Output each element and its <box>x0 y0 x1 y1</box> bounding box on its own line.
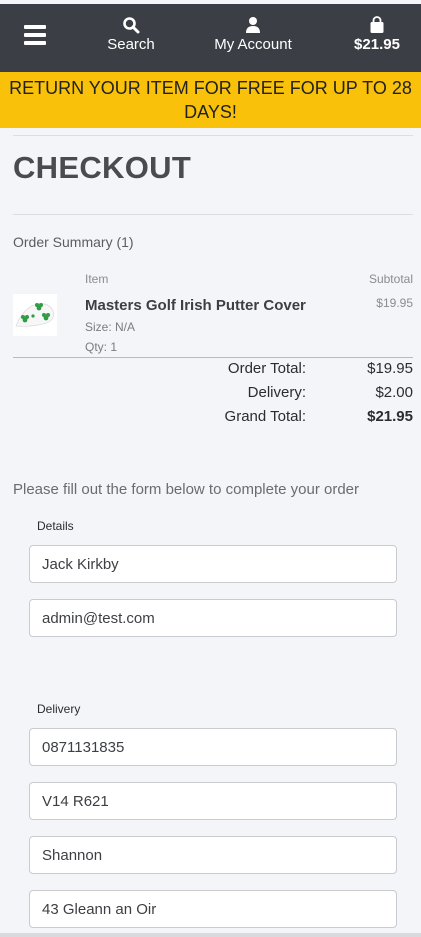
user-icon <box>246 17 260 33</box>
checkout-page: Search My Account $21.95 RETURN YOUR ITE… <box>0 0 421 937</box>
town-field[interactable] <box>29 836 397 874</box>
phone-field[interactable] <box>29 728 397 766</box>
order-summary-heading: Order Summary (1) <box>13 234 134 250</box>
column-header-item: Item <box>85 272 109 286</box>
cart-total: $21.95 <box>354 36 400 53</box>
full-name-field[interactable] <box>29 545 397 583</box>
top-navbar: Search My Account $21.95 <box>0 4 421 72</box>
delivery-section-label: Delivery <box>37 702 81 716</box>
nav-search-button[interactable]: Search <box>98 16 164 53</box>
email-field[interactable] <box>29 599 397 637</box>
returns-promo-banner: RETURN YOUR ITEM FOR FREE FOR UP TO 28 D… <box>0 72 421 128</box>
product-thumbnail <box>13 294 57 336</box>
hamburger-menu-icon[interactable] <box>24 22 52 48</box>
search-icon <box>123 17 140 34</box>
nav-account-label: My Account <box>214 36 292 53</box>
item-size: Size: N/A <box>85 320 136 334</box>
delivery-row: Delivery: $2.00 <box>0 384 421 406</box>
nav-search-label: Search <box>107 36 155 53</box>
totals-divider <box>13 357 413 358</box>
item-quantity: Qty: 1 <box>85 340 118 354</box>
postcode-field[interactable] <box>29 782 397 820</box>
street-address-field[interactable] <box>29 890 397 928</box>
order-total-row: Order Total: $19.95 <box>0 360 421 382</box>
column-header-subtotal: Subtotal <box>368 272 413 286</box>
form-intro-text: Please fill out the form below to comple… <box>13 481 360 498</box>
details-section-label: Details <box>37 519 74 533</box>
page-title: CHECKOUT <box>13 150 192 185</box>
grand-total-label: Grand Total: <box>224 408 306 425</box>
divider <box>13 135 413 136</box>
nav-cart-button[interactable]: $21.95 <box>344 16 410 53</box>
divider <box>13 214 413 215</box>
item-subtotal: $19.95 <box>376 296 413 310</box>
delivery-value: $2.00 <box>375 384 413 401</box>
order-total-value: $19.95 <box>367 360 413 377</box>
order-total-label: Order Total: <box>227 360 306 377</box>
nav-account-button[interactable]: My Account <box>204 16 302 53</box>
grand-total-value: $21.95 <box>367 408 413 425</box>
shopping-bag-icon <box>370 16 384 33</box>
bottom-edge <box>0 933 421 937</box>
item-name[interactable]: Masters Golf Irish Putter Cover <box>85 297 306 314</box>
delivery-label: Delivery: <box>247 384 306 401</box>
grand-total-row: Grand Total: $21.95 <box>0 408 421 430</box>
